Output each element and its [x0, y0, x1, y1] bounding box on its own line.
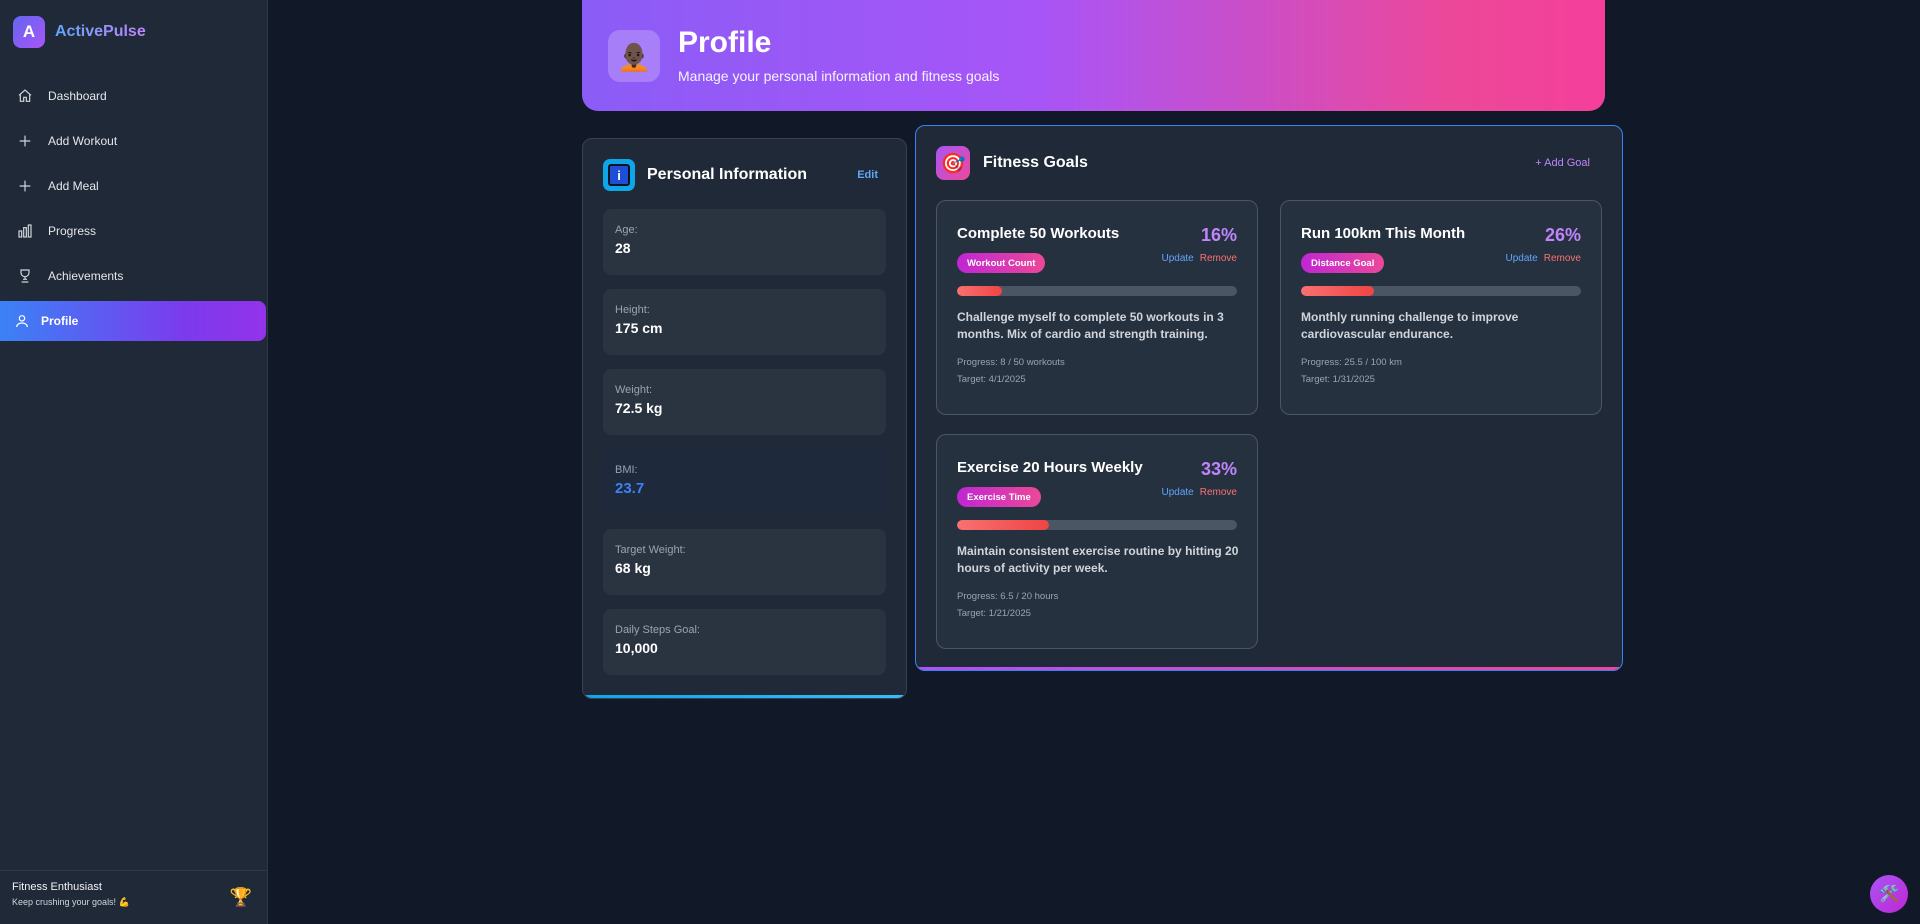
sidebar-item-dashboard[interactable]: Dashboard	[0, 76, 266, 116]
page-title: Profile	[678, 26, 772, 59]
goal-progress-text: Progress: 25.5 / 100 km	[1301, 357, 1402, 368]
goal-title: Complete 50 Workouts	[957, 225, 1120, 242]
page-header: 🧑🏿‍🦲 Profile Manage your personal inform…	[582, 0, 1605, 111]
sidebar: A ActivePulse Dashboard Add Workout Add …	[0, 0, 268, 924]
field-label: Weight:	[615, 384, 653, 396]
brand[interactable]: A ActivePulse	[0, 0, 267, 64]
remove-goal-button[interactable]: Remove	[1200, 253, 1237, 264]
sidebar-item-label: Achievements	[48, 269, 124, 283]
home-icon	[16, 87, 34, 105]
info-icon: i	[603, 159, 635, 191]
plus-icon	[16, 132, 34, 150]
goal-progress-fill	[957, 286, 1002, 296]
goal-title: Run 100km This Month	[1301, 225, 1466, 242]
fitness-goals-card: 🎯 Fitness Goals + Add Goal Complete 50 W…	[915, 125, 1623, 671]
goal-card: Complete 50 Workouts 16% Update Remove Wo…	[936, 200, 1258, 415]
goal-target-date: Target: 1/31/2025	[1301, 374, 1375, 385]
goal-target-date: Target: 1/21/2025	[957, 608, 1031, 619]
goal-progress-bar	[957, 520, 1237, 530]
sidebar-item-achievements[interactable]: Achievements	[0, 256, 266, 296]
sidebar-nav: Dashboard Add Workout Add Meal Progress …	[0, 76, 267, 341]
tools-fab-button[interactable]: 🛠️	[1870, 875, 1908, 913]
sidebar-item-profile[interactable]: Profile	[0, 301, 266, 341]
target-icon: 🎯	[936, 146, 970, 180]
weight-field: Weight: 72.5 kg	[603, 369, 886, 435]
plus-icon	[16, 177, 34, 195]
daily-steps-goal-field: Daily Steps Goal: 10,000	[603, 609, 886, 675]
field-label: Daily Steps Goal:	[615, 624, 700, 636]
field-value: 175 cm	[615, 320, 663, 336]
goal-card: Run 100km This Month 26% Update Remove Di…	[1280, 200, 1602, 415]
brand-name: ActivePulse	[55, 23, 146, 40]
goal-progress-fill	[957, 520, 1050, 530]
goal-description: Maintain consistent exercise routine by …	[957, 544, 1239, 575]
sidebar-item-add-workout[interactable]: Add Workout	[0, 121, 266, 161]
goal-target-date: Target: 4/1/2025	[957, 374, 1026, 385]
brand-logo: A	[13, 16, 45, 48]
goal-type-badge: Distance Goal	[1301, 253, 1385, 273]
goal-progress-text: Progress: 6.5 / 20 hours	[957, 591, 1059, 602]
goal-meta: Progress: 6.5 / 20 hours Target: 1/21/20…	[957, 588, 1058, 622]
remove-goal-button[interactable]: Remove	[1544, 253, 1581, 264]
sidebar-item-label: Progress	[48, 224, 97, 238]
goal-title: Exercise 20 Hours Weekly	[957, 459, 1143, 476]
user-rank-title: Fitness Enthusiast	[12, 881, 102, 893]
goal-percent: 16%	[1200, 225, 1237, 245]
user-icon	[13, 312, 31, 330]
fitness-goals-title: Fitness Goals	[983, 154, 1088, 171]
sidebar-item-progress[interactable]: Progress	[0, 211, 266, 251]
sidebar-item-label: Dashboard	[48, 89, 107, 103]
sidebar-item-label: Add Workout	[48, 134, 118, 148]
page-subtitle: Manage your personal information and fit…	[678, 68, 1000, 84]
height-field: Height: 175 cm	[603, 289, 886, 355]
bmi-field: BMI: 23.7	[603, 449, 886, 515]
goal-meta: Progress: 25.5 / 100 km Target: 1/31/202…	[1301, 354, 1402, 388]
update-goal-button[interactable]: Update	[1162, 253, 1194, 264]
personal-information-title: Personal Information	[647, 166, 808, 183]
field-value: 72.5 kg	[615, 400, 663, 416]
personal-information-header: i Personal Information Edit	[603, 159, 886, 191]
goal-progress-text: Progress: 8 / 50 workouts	[957, 357, 1065, 368]
field-label: Height:	[615, 304, 650, 316]
goal-percent: 26%	[1544, 225, 1581, 245]
goal-type-badge: Workout Count	[957, 253, 1046, 273]
goal-card: Exercise 20 Hours Weekly 33% Update Remov…	[936, 434, 1258, 649]
sidebar-footer: Fitness Enthusiast Keep crushing your go…	[0, 870, 267, 924]
goal-description: Monthly running challenge to improve car…	[1301, 310, 1519, 341]
sidebar-item-add-meal[interactable]: Add Meal	[0, 166, 266, 206]
field-label: Target Weight:	[615, 544, 686, 556]
goal-description: Challenge myself to complete 50 workouts…	[957, 310, 1224, 341]
personal-information-card: i Personal Information Edit Age: 28 Heig…	[582, 138, 907, 699]
user-rank-subtitle: Keep crushing your goals! 💪	[12, 897, 130, 907]
goal-progress-fill	[1301, 286, 1374, 296]
field-value: 23.7	[615, 480, 645, 497]
update-goal-button[interactable]: Update	[1162, 487, 1194, 498]
goal-percent: 33%	[1200, 459, 1237, 479]
goal-progress-bar	[957, 286, 1237, 296]
bar-chart-icon	[16, 222, 34, 240]
goal-progress-bar	[1301, 286, 1581, 296]
goal-meta: Progress: 8 / 50 workouts Target: 4/1/20…	[957, 354, 1065, 388]
age-field: Age: 28	[603, 209, 886, 275]
field-value: 10,000	[615, 640, 658, 656]
field-label: BMI:	[615, 464, 638, 476]
fitness-goals-header: 🎯 Fitness Goals + Add Goal	[936, 146, 1602, 180]
field-label: Age:	[615, 224, 638, 236]
sidebar-item-label: Add Meal	[48, 179, 99, 193]
goal-actions: Update Remove	[1506, 253, 1582, 264]
trophy-icon: 🏆	[229, 887, 252, 907]
field-value: 68 kg	[615, 560, 651, 576]
goal-type-badge: Exercise Time	[957, 487, 1041, 507]
profile-avatar-icon: 🧑🏿‍🦲	[608, 30, 660, 82]
field-value: 28	[615, 240, 631, 256]
edit-button[interactable]: Edit	[857, 169, 878, 181]
sidebar-item-label: Profile	[41, 314, 79, 328]
update-goal-button[interactable]: Update	[1506, 253, 1538, 264]
remove-goal-button[interactable]: Remove	[1200, 487, 1237, 498]
goal-actions: Update Remove	[1162, 487, 1238, 498]
trophy-outline-icon	[16, 267, 34, 285]
goal-actions: Update Remove	[1162, 253, 1238, 264]
target-weight-field: Target Weight: 68 kg	[603, 529, 886, 595]
add-goal-button[interactable]: + Add Goal	[1535, 157, 1590, 169]
